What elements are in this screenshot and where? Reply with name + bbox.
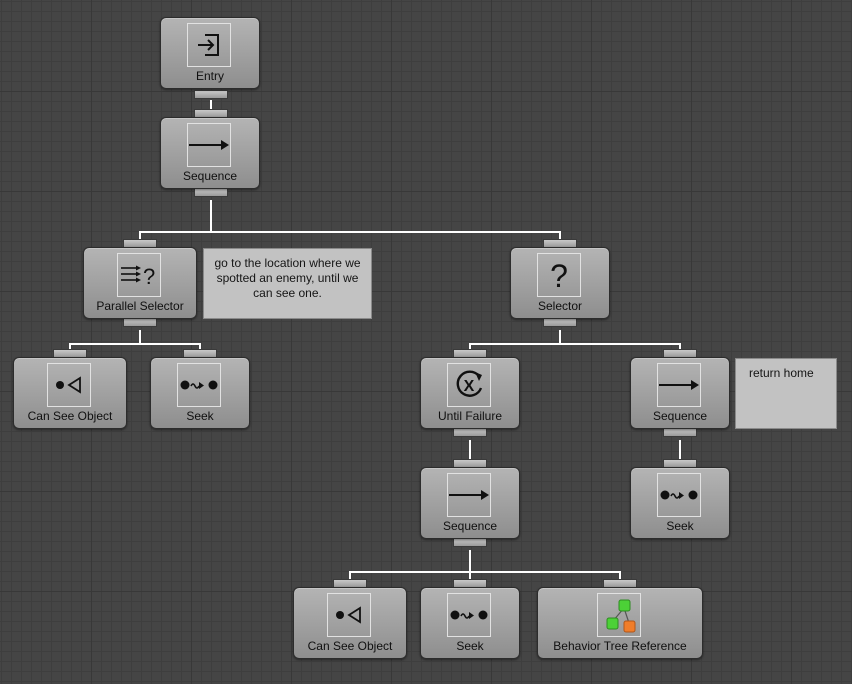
seek-icon	[447, 593, 491, 637]
return-sequence-node[interactable]: Sequence	[630, 357, 730, 429]
node-label: Seek	[666, 519, 694, 533]
seek-node[interactable]: Seek	[420, 587, 520, 659]
node-label: Sequence	[652, 409, 708, 423]
seek-return-node[interactable]: Seek	[630, 467, 730, 539]
node-label: Selector	[537, 299, 583, 313]
selector-question-icon: ?	[537, 253, 581, 297]
node-label: Seek	[456, 639, 484, 653]
until-failure-icon: X	[447, 363, 491, 407]
sequence-arrow-icon	[187, 123, 231, 167]
node-label: Seek	[186, 409, 214, 423]
seek-node[interactable]: Seek	[150, 357, 250, 429]
seek-icon	[657, 473, 701, 517]
entry-node[interactable]: Entry	[160, 17, 260, 89]
selector-output-port[interactable]	[543, 318, 577, 327]
node-label: Sequence	[182, 169, 238, 183]
svg-text:X: X	[464, 378, 475, 395]
sequence-arrow-icon	[447, 473, 491, 517]
selector-node[interactable]: ? Selector	[510, 247, 610, 319]
behavior-tree-reference-icon	[597, 593, 641, 637]
behavior-tree-reference-node[interactable]: Behavior Tree Reference	[537, 587, 703, 659]
inner-sequence-node[interactable]: Sequence	[420, 467, 520, 539]
can-see-object-node[interactable]: Can See Object	[13, 357, 127, 429]
node-label: Can See Object	[307, 639, 393, 653]
node-label: Can See Object	[27, 409, 113, 423]
sequence-arrow-icon	[657, 363, 701, 407]
parallel-selector-icon: ?	[117, 253, 161, 297]
return-home-comment[interactable]: return home	[735, 358, 837, 429]
eye-icon	[327, 593, 371, 637]
parallel-selector-node[interactable]: ? Parallel Selector	[83, 247, 197, 319]
entry-output-port[interactable]	[194, 90, 228, 99]
until-failure-node[interactable]: X Until Failure	[420, 357, 520, 429]
node-label: Behavior Tree Reference	[553, 639, 687, 653]
sequence-output-port[interactable]	[194, 188, 228, 197]
node-label: Parallel Selector	[96, 299, 184, 313]
node-label: Sequence	[442, 519, 498, 533]
sequence-node[interactable]: Sequence	[160, 117, 260, 189]
node-label: Entry	[195, 69, 224, 83]
parallel-selector-comment[interactable]: go to the location where we spotted an e…	[203, 248, 372, 319]
eye-icon	[47, 363, 91, 407]
parallel-selector-output-port[interactable]	[123, 318, 157, 327]
seek-icon	[177, 363, 221, 407]
connection-lines	[69, 100, 681, 580]
svg-text:?: ?	[550, 258, 568, 292]
svg-text:?: ?	[143, 264, 155, 289]
return-sequence-output-port[interactable]	[663, 428, 697, 437]
entry-icon	[187, 23, 231, 67]
can-see-object-node[interactable]: Can See Object	[293, 587, 407, 659]
until-failure-output-port[interactable]	[453, 428, 487, 437]
inner-sequence-output-port[interactable]	[453, 538, 487, 547]
node-label: Until Failure	[437, 409, 503, 423]
